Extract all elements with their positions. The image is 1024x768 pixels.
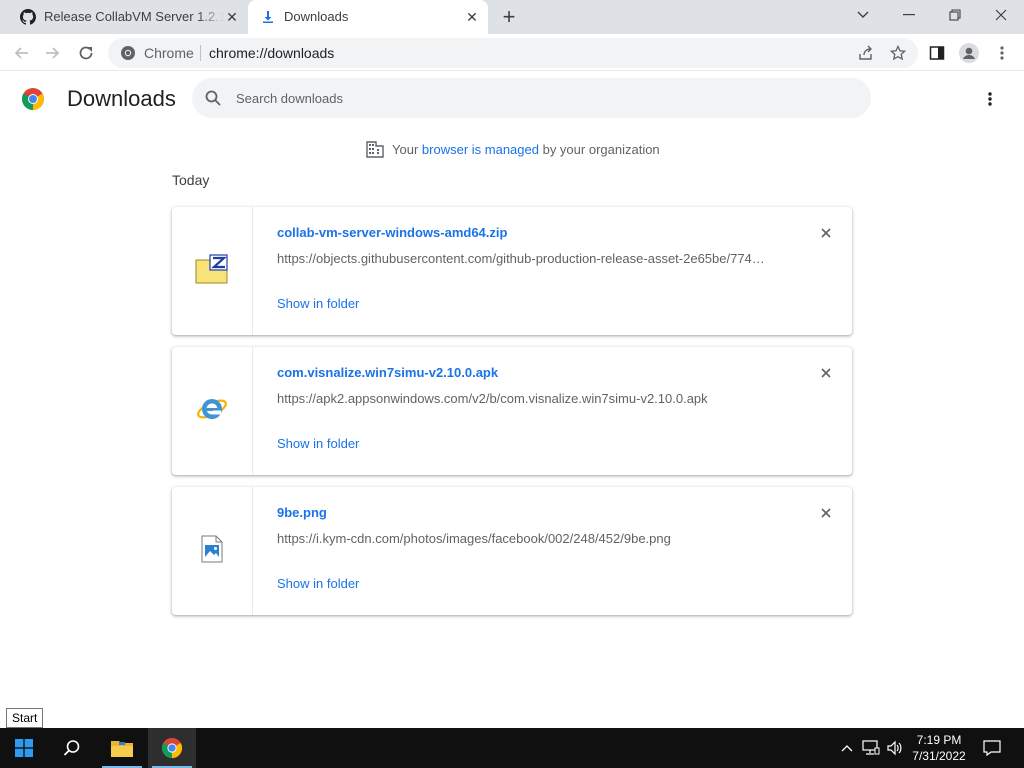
windows-taskbar: 7:19 PM 7/31/2022 [0, 728, 1024, 768]
close-tab-icon[interactable]: ✕ [224, 9, 240, 25]
download-file-name[interactable]: 9be.png [277, 505, 327, 520]
chrome-menu-icon[interactable] [989, 40, 1015, 66]
profile-avatar-icon[interactable] [956, 40, 982, 66]
file-icon-column [172, 207, 253, 335]
taskbar-search-icon[interactable] [48, 728, 96, 768]
start-tooltip: Start [6, 708, 44, 728]
url-text[interactable]: chrome://downloads [209, 45, 334, 61]
github-icon [20, 9, 36, 25]
omnibox[interactable]: Chrome chrome://downloads [108, 38, 918, 68]
notification-center-icon[interactable] [980, 728, 1004, 768]
system-clock[interactable]: 7:19 PM 7/31/2022 [906, 732, 972, 764]
building-icon [366, 140, 384, 158]
search-icon [204, 89, 222, 107]
browser-toolbar: Chrome chrome://downloads [0, 34, 1024, 71]
show-in-folder-link[interactable]: Show in folder [277, 436, 359, 451]
chrome-taskbar-icon[interactable] [148, 728, 196, 768]
reload-icon[interactable] [73, 40, 99, 66]
site-info[interactable]: Chrome [120, 45, 194, 61]
show-in-folder-link[interactable]: Show in folder [277, 296, 359, 311]
new-tab-plus-icon[interactable]: + [498, 6, 520, 28]
download-item: 9be.png https://i.kym-cdn.com/photos/ima… [172, 487, 852, 615]
volume-icon[interactable] [884, 728, 906, 768]
restore-icon[interactable] [932, 0, 978, 30]
more-actions-icon[interactable] [978, 87, 1002, 111]
show-in-folder-link[interactable]: Show in folder [277, 576, 359, 591]
remove-download-icon[interactable] [816, 503, 836, 523]
clock-date: 7/31/2022 [912, 749, 966, 763]
download-item: collab-vm-server-windows-amd64.zip https… [172, 207, 852, 335]
download-file-name[interactable]: collab-vm-server-windows-amd64.zip [277, 225, 507, 240]
forward-arrow-icon[interactable] [40, 40, 66, 66]
tab-downloads[interactable]: Downloads ✕ [248, 0, 488, 34]
page-title: Downloads [67, 86, 176, 111]
managed-notice: Your browser is managed by your organiza… [366, 140, 660, 158]
tab-title: Downloads [284, 9, 349, 24]
tab-release-collabvm[interactable]: Release CollabVM Server 1.2.11 · ✕ [8, 0, 248, 34]
file-icon-column [172, 487, 253, 615]
back-arrow-icon[interactable] [8, 40, 34, 66]
download-url[interactable]: https://i.kym-cdn.com/photos/images/face… [277, 531, 777, 546]
ie-file-icon [196, 393, 228, 430]
tab-strip: Release CollabVM Server 1.2.11 · ✕ Downl… [0, 0, 1024, 34]
show-hidden-icons-chevron-icon[interactable] [838, 728, 856, 768]
download-url[interactable]: https://apk2.appsonwindows.com/v2/b/com.… [277, 391, 777, 406]
search-box[interactable] [192, 78, 871, 118]
tab-search-chevron-icon[interactable] [840, 0, 886, 30]
tab-title: Release CollabVM Server 1.2.11 · [44, 9, 224, 24]
chrome-site-icon [120, 45, 136, 61]
download-file-name[interactable]: com.visnalize.win7simu-v2.10.0.apk [277, 365, 498, 380]
chrome-logo-icon [21, 87, 45, 111]
network-icon[interactable] [860, 728, 882, 768]
managed-prefix: Your [392, 141, 419, 157]
omnibox-divider [200, 45, 201, 61]
minimize-icon[interactable] [886, 0, 932, 30]
browser-managed-link[interactable]: browser is managed [422, 142, 539, 157]
side-panel-icon[interactable] [924, 40, 950, 66]
windows-start-icon[interactable] [0, 728, 48, 768]
image-file-icon [201, 535, 223, 568]
close-window-icon[interactable] [978, 0, 1024, 30]
clock-time: 7:19 PM [916, 733, 962, 747]
downloads-header: Downloads [0, 71, 1024, 127]
close-tab-icon[interactable]: ✕ [464, 9, 480, 25]
zip-file-icon [195, 253, 229, 289]
share-icon[interactable] [853, 40, 879, 66]
remove-download-icon[interactable] [816, 363, 836, 383]
date-group-label: Today [172, 172, 210, 188]
bookmark-star-icon[interactable] [885, 40, 911, 66]
search-downloads-input[interactable] [236, 87, 836, 109]
remove-download-icon[interactable] [816, 223, 836, 243]
file-explorer-icon[interactable] [98, 728, 146, 768]
managed-suffix: by your organization [542, 141, 660, 157]
download-icon [260, 9, 276, 25]
file-icon-column [172, 347, 253, 475]
download-url[interactable]: https://objects.githubusercontent.com/gi… [277, 251, 777, 266]
download-item: com.visnalize.win7simu-v2.10.0.apk https… [172, 347, 852, 475]
site-label: Chrome [144, 45, 194, 61]
